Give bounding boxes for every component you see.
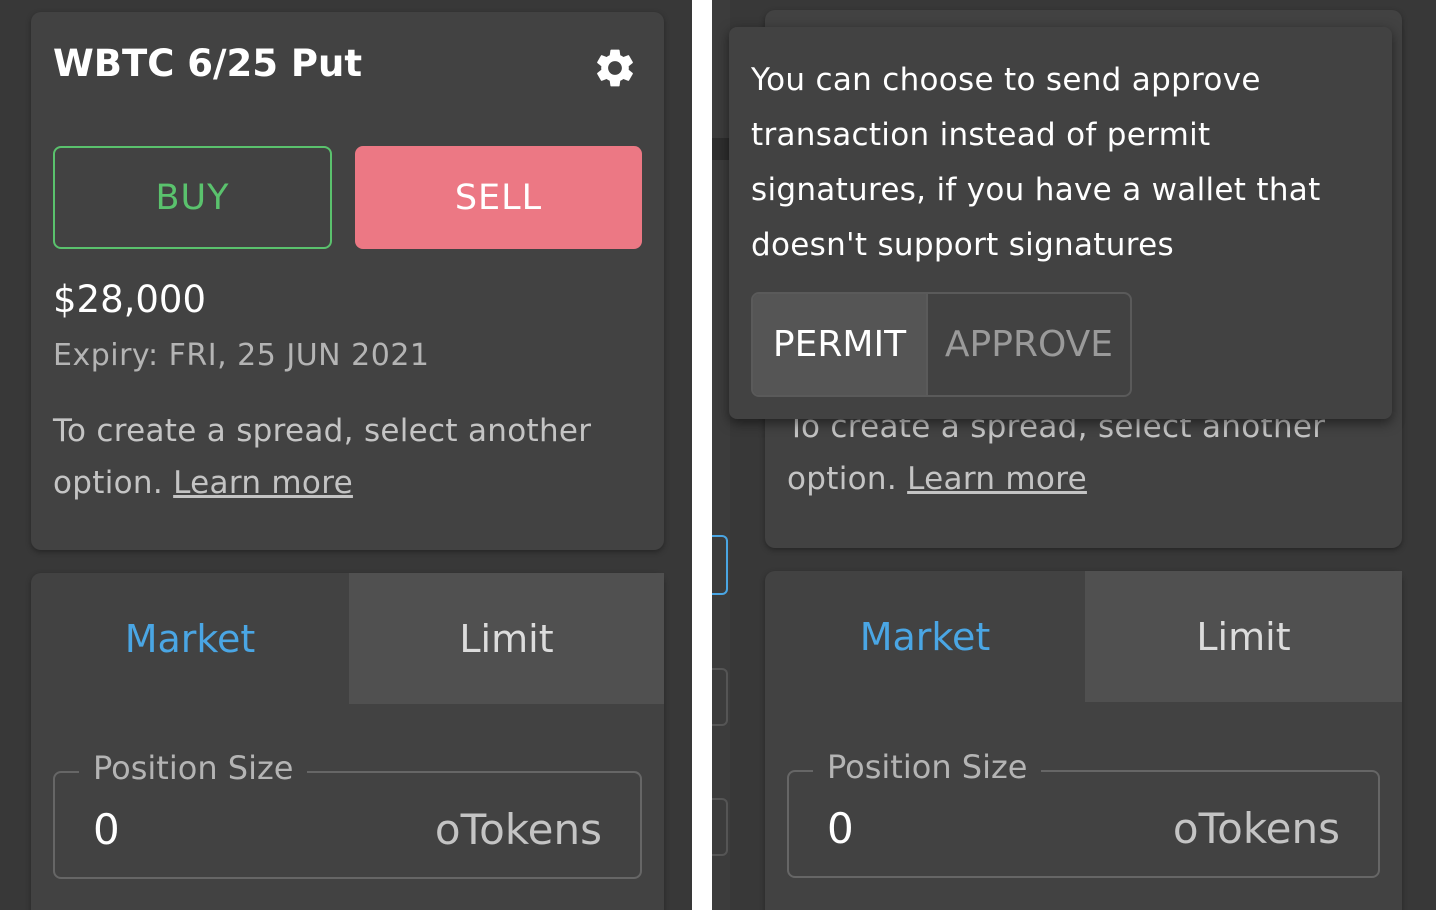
position-size-unit: oTokens [434, 805, 602, 854]
tab-limit[interactable]: Limit [1085, 571, 1402, 702]
tab-market[interactable]: Market [31, 573, 349, 704]
position-size-label: Position Size [79, 749, 308, 787]
order-card: Market Limit Position Size 0 oTokens [765, 571, 1402, 910]
permit-option[interactable]: PERMIT [753, 294, 928, 395]
settings-popup: You can choose to send approve transacti… [729, 27, 1392, 419]
sell-button[interactable]: SELL [355, 146, 642, 249]
position-size-input[interactable]: 0 [827, 804, 854, 853]
expiry-date: Expiry: FRI, 25 JUN 2021 [53, 338, 430, 373]
background-input-fragment [712, 535, 728, 595]
gear-icon[interactable] [592, 45, 638, 91]
left-screenshot-panel: WBTC 6/25 Put BUY SELL $28,000 Expiry: F… [0, 0, 692, 910]
option-card: WBTC 6/25 Put BUY SELL $28,000 Expiry: F… [31, 12, 664, 550]
background-fragment [712, 138, 730, 160]
position-size-input[interactable]: 0 [93, 805, 120, 854]
background-input-fragment [712, 668, 728, 726]
option-title: WBTC 6/25 Put [53, 42, 363, 85]
order-card: Market Limit Position Size 0 oTokens [31, 573, 664, 910]
background-input-fragment [712, 798, 728, 856]
buy-button[interactable]: BUY [53, 146, 332, 249]
tab-limit[interactable]: Limit [349, 573, 664, 704]
signature-mode-toggle: PERMIT APPROVE [751, 292, 1132, 397]
position-size-unit: oTokens [1172, 804, 1340, 853]
approve-option[interactable]: APPROVE [928, 294, 1130, 395]
spread-hint: To create a spread, select another optio… [53, 405, 673, 509]
background-column [712, 0, 730, 910]
learn-more-link[interactable]: Learn more [907, 461, 1087, 497]
settings-popup-text: You can choose to send approve transacti… [751, 62, 1321, 263]
position-size-label: Position Size [813, 748, 1042, 786]
position-size-field[interactable]: Position Size 0 oTokens [53, 749, 642, 879]
tab-market[interactable]: Market [765, 571, 1085, 702]
strike-price: $28,000 [53, 278, 207, 321]
position-size-field[interactable]: Position Size 0 oTokens [787, 748, 1380, 878]
learn-more-link[interactable]: Learn more [173, 465, 353, 501]
